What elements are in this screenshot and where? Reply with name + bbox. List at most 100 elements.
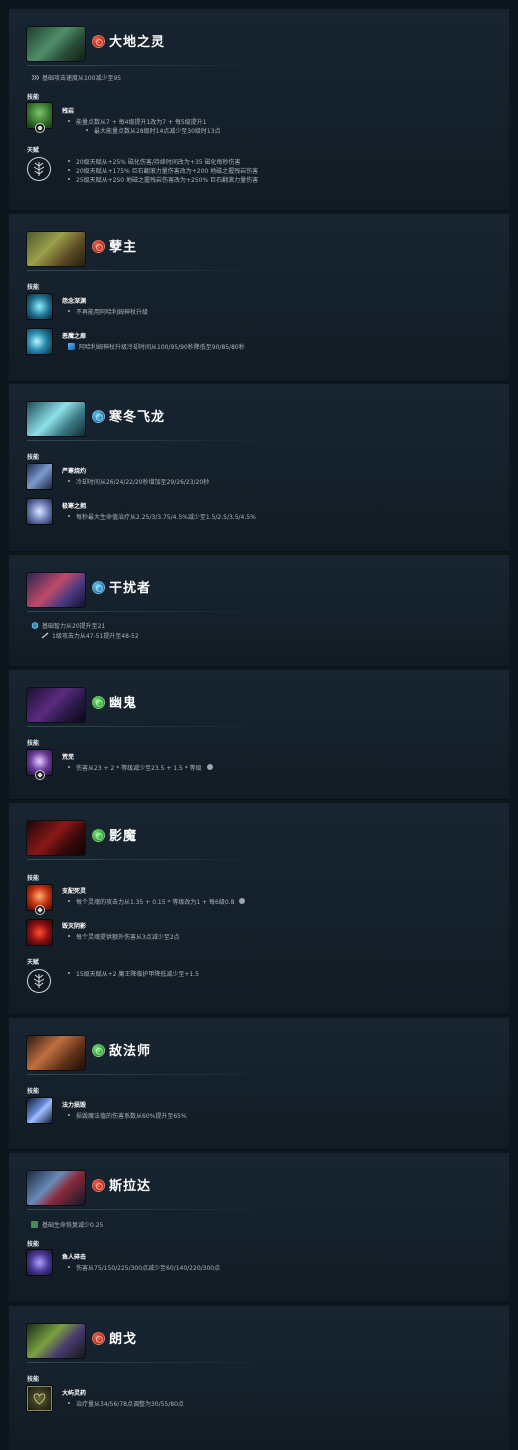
attack-speed-icon bbox=[31, 74, 40, 81]
ability-note: 最大能量点数从28级时14点减少至30级时13点 bbox=[86, 126, 221, 135]
abilities-label: 技能 bbox=[27, 94, 40, 101]
ability-name: 支配死灵 bbox=[62, 888, 87, 895]
abilities-label: 技能 bbox=[27, 1376, 40, 1383]
ability-name: 法力损毁 bbox=[62, 1102, 87, 1109]
abilities-label: 技能 bbox=[27, 1088, 40, 1095]
talents-label: 天赋 bbox=[27, 959, 40, 966]
hero-portrait[interactable] bbox=[27, 1036, 85, 1070]
ability-note: 每秒最大生命值治疗从2.25/3/3.75/4.5%减少至1.5/2.5/3.5… bbox=[68, 512, 256, 521]
general-change: 基础智力从20提升至21 bbox=[31, 621, 105, 630]
talent-note: 20级天赋从+175% 巨石翻滚力量伤害改为+200 地磁之握残岩伤害 bbox=[68, 166, 258, 175]
divider bbox=[27, 726, 277, 727]
heart-icon bbox=[33, 1393, 46, 1405]
hero-name: 孽主 bbox=[109, 240, 138, 255]
divider bbox=[27, 1362, 277, 1363]
ability-note: 每个灵魂提供额外伤害从3点减少至2点 bbox=[68, 932, 180, 941]
ability-name: 鱼人碎击 bbox=[62, 1254, 87, 1261]
aghanims-scepter-icon bbox=[68, 343, 75, 350]
ability-name: 毁灭阴影 bbox=[62, 923, 87, 930]
hero-card-winter-wyvern: 寒冬飞龙 技能 严寒烧灼 冷却时间从26/24/22/20秒增加至29/26/2… bbox=[9, 384, 509, 552]
strength-attribute-icon bbox=[92, 240, 105, 253]
health-regen-icon bbox=[31, 1221, 38, 1228]
facet-icon bbox=[35, 770, 45, 780]
divider bbox=[27, 1209, 277, 1210]
divider bbox=[27, 65, 277, 66]
abilities-label: 技能 bbox=[27, 875, 40, 882]
hero-name: 大地之灵 bbox=[109, 35, 166, 50]
general-change: 1级攻击力从47-51提升至48-52 bbox=[41, 631, 139, 640]
ability-icon-elixir[interactable] bbox=[27, 1386, 52, 1411]
ability-note: 冷却时间从26/24/22/20秒增加至29/26/23/20秒 bbox=[68, 477, 209, 486]
hero-card-disruptor: 干扰者 基础智力从20提升至21 1级攻击力从47-51提升至48-52 bbox=[9, 555, 509, 667]
ability-note: 伤害从23 + 2 * 等级减少至23.5 + 1.5 * 等级 bbox=[68, 763, 213, 772]
divider bbox=[27, 611, 277, 612]
strength-attribute-icon bbox=[92, 1179, 105, 1192]
info-icon[interactable] bbox=[239, 898, 246, 904]
divider bbox=[27, 440, 277, 441]
talent-note: 25级天赋从+250 地磁之握残岩伤害改为+250% 巨石翻滚力量伤害 bbox=[68, 175, 258, 184]
info-icon[interactable] bbox=[206, 764, 213, 770]
hero-card-ringmaster-frog: 朗戈 技能 大屿灵药 治疗量从34/56/78点调整为30/55/80点 bbox=[9, 1306, 509, 1450]
ability-icon-cold-embrace[interactable] bbox=[27, 499, 52, 524]
ability-note: 每个灵魂的攻击力从1.35 + 0.15 * 等级改为1 + 每6级0.8 bbox=[68, 897, 246, 906]
ability-icon-shadowraze[interactable] bbox=[27, 920, 52, 945]
ability-icon-pit-of-malice[interactable] bbox=[27, 294, 52, 319]
ability-note: 治疗量从34/56/78点调整为30/55/80点 bbox=[68, 1399, 184, 1408]
divider bbox=[27, 270, 277, 271]
hero-name: 朗戈 bbox=[109, 1332, 138, 1347]
ability-name: 恶魔之扉 bbox=[62, 333, 87, 340]
ability-note: 损毁魔法值的伤害系数从60%提升至65% bbox=[68, 1111, 187, 1120]
ability-icon-necromastery[interactable] bbox=[27, 885, 52, 915]
hero-card-anti-mage: 敌法师 技能 法力损毁 损毁魔法值的伤害系数从60%提升至65% bbox=[9, 1018, 509, 1150]
ability-name: 大屿灵药 bbox=[62, 1390, 87, 1397]
hero-card-shadow-fiend: 影魔 技能 支配死灵 每个灵魂的攻击力从1.35 + 0.15 * 等级改为1 … bbox=[9, 803, 509, 1015]
ability-icon-fiends-gate[interactable] bbox=[27, 329, 52, 354]
agility-attribute-icon bbox=[92, 696, 105, 709]
ability-icon-desolate[interactable] bbox=[27, 750, 52, 780]
abilities-label: 技能 bbox=[27, 740, 40, 747]
agility-attribute-icon bbox=[92, 829, 105, 842]
ability-icon-mana-break[interactable] bbox=[27, 1098, 52, 1123]
ability-icon-slithereen-crush[interactable] bbox=[27, 1250, 52, 1275]
hero-portrait[interactable] bbox=[27, 232, 85, 266]
hero-card-underlord: 孽主 技能 怨念深渊 不再能用阿哈利姆神杖升级 恶魔之扉 阿哈利姆神杖升级冷却时… bbox=[9, 214, 509, 382]
ability-icon-arctic-burn[interactable] bbox=[27, 464, 52, 489]
hero-card-slardar: 斯拉达 基础生命恢复减少0.25 技能 鱼人碎击 伤害从75/150/225/3… bbox=[9, 1153, 509, 1303]
ability-name: 荒芜 bbox=[62, 754, 75, 761]
intelligence-icon bbox=[31, 622, 39, 629]
strength-attribute-icon bbox=[92, 1332, 105, 1345]
divider bbox=[27, 1074, 277, 1075]
hero-portrait[interactable] bbox=[27, 27, 85, 61]
hero-card-spectre: 幽鬼 技能 荒芜 伤害从23 + 2 * 等级减少至23.5 + 1.5 * 等… bbox=[9, 670, 509, 800]
ability-icon-magnetize[interactable] bbox=[27, 103, 52, 133]
hero-name: 幽鬼 bbox=[109, 696, 138, 711]
hero-portrait[interactable] bbox=[27, 688, 85, 722]
hero-card-earth-spirit: 大地之灵 基础攻击速度从100减少至95 技能 残岩 能量点数从7 + 每4级提… bbox=[9, 9, 509, 211]
hero-portrait[interactable] bbox=[27, 1171, 85, 1205]
abilities-label: 技能 bbox=[27, 454, 40, 461]
ability-name: 残岩 bbox=[62, 108, 75, 115]
general-change: 基础攻击速度从100减少至95 bbox=[31, 73, 121, 82]
talent-tree-icon bbox=[27, 157, 51, 181]
talent-note: 20级天赋从+25% 磁化伤害/持续时间改为+35 磁化每秒伤害 bbox=[68, 157, 241, 166]
ability-name: 极寒之拥 bbox=[62, 503, 87, 510]
patch-notes-page: 大地之灵 基础攻击速度从100减少至95 技能 残岩 能量点数从7 + 每4级提… bbox=[0, 0, 518, 1450]
ability-name: 怨念深渊 bbox=[62, 298, 87, 305]
hero-portrait[interactable] bbox=[27, 573, 85, 607]
agility-attribute-icon bbox=[92, 1044, 105, 1057]
facet-icon bbox=[35, 123, 45, 133]
hero-name: 干扰者 bbox=[109, 581, 152, 596]
damage-icon bbox=[41, 632, 49, 639]
ability-note: 不再能用阿哈利姆神杖升级 bbox=[68, 307, 148, 316]
hero-portrait[interactable] bbox=[27, 402, 85, 436]
hero-portrait[interactable] bbox=[27, 821, 85, 855]
hero-name: 斯拉达 bbox=[109, 1179, 152, 1194]
divider bbox=[27, 859, 277, 860]
talent-tree-icon bbox=[27, 969, 51, 993]
facet-icon bbox=[35, 905, 45, 915]
general-change: 基础生命恢复减少0.25 bbox=[31, 1220, 103, 1229]
intelligence-attribute-icon bbox=[92, 410, 105, 423]
ability-note: 伤害从75/150/225/300点减少至60/140/220/300点 bbox=[68, 1263, 220, 1272]
hero-portrait[interactable] bbox=[27, 1324, 85, 1358]
talents-label: 天赋 bbox=[27, 147, 40, 154]
